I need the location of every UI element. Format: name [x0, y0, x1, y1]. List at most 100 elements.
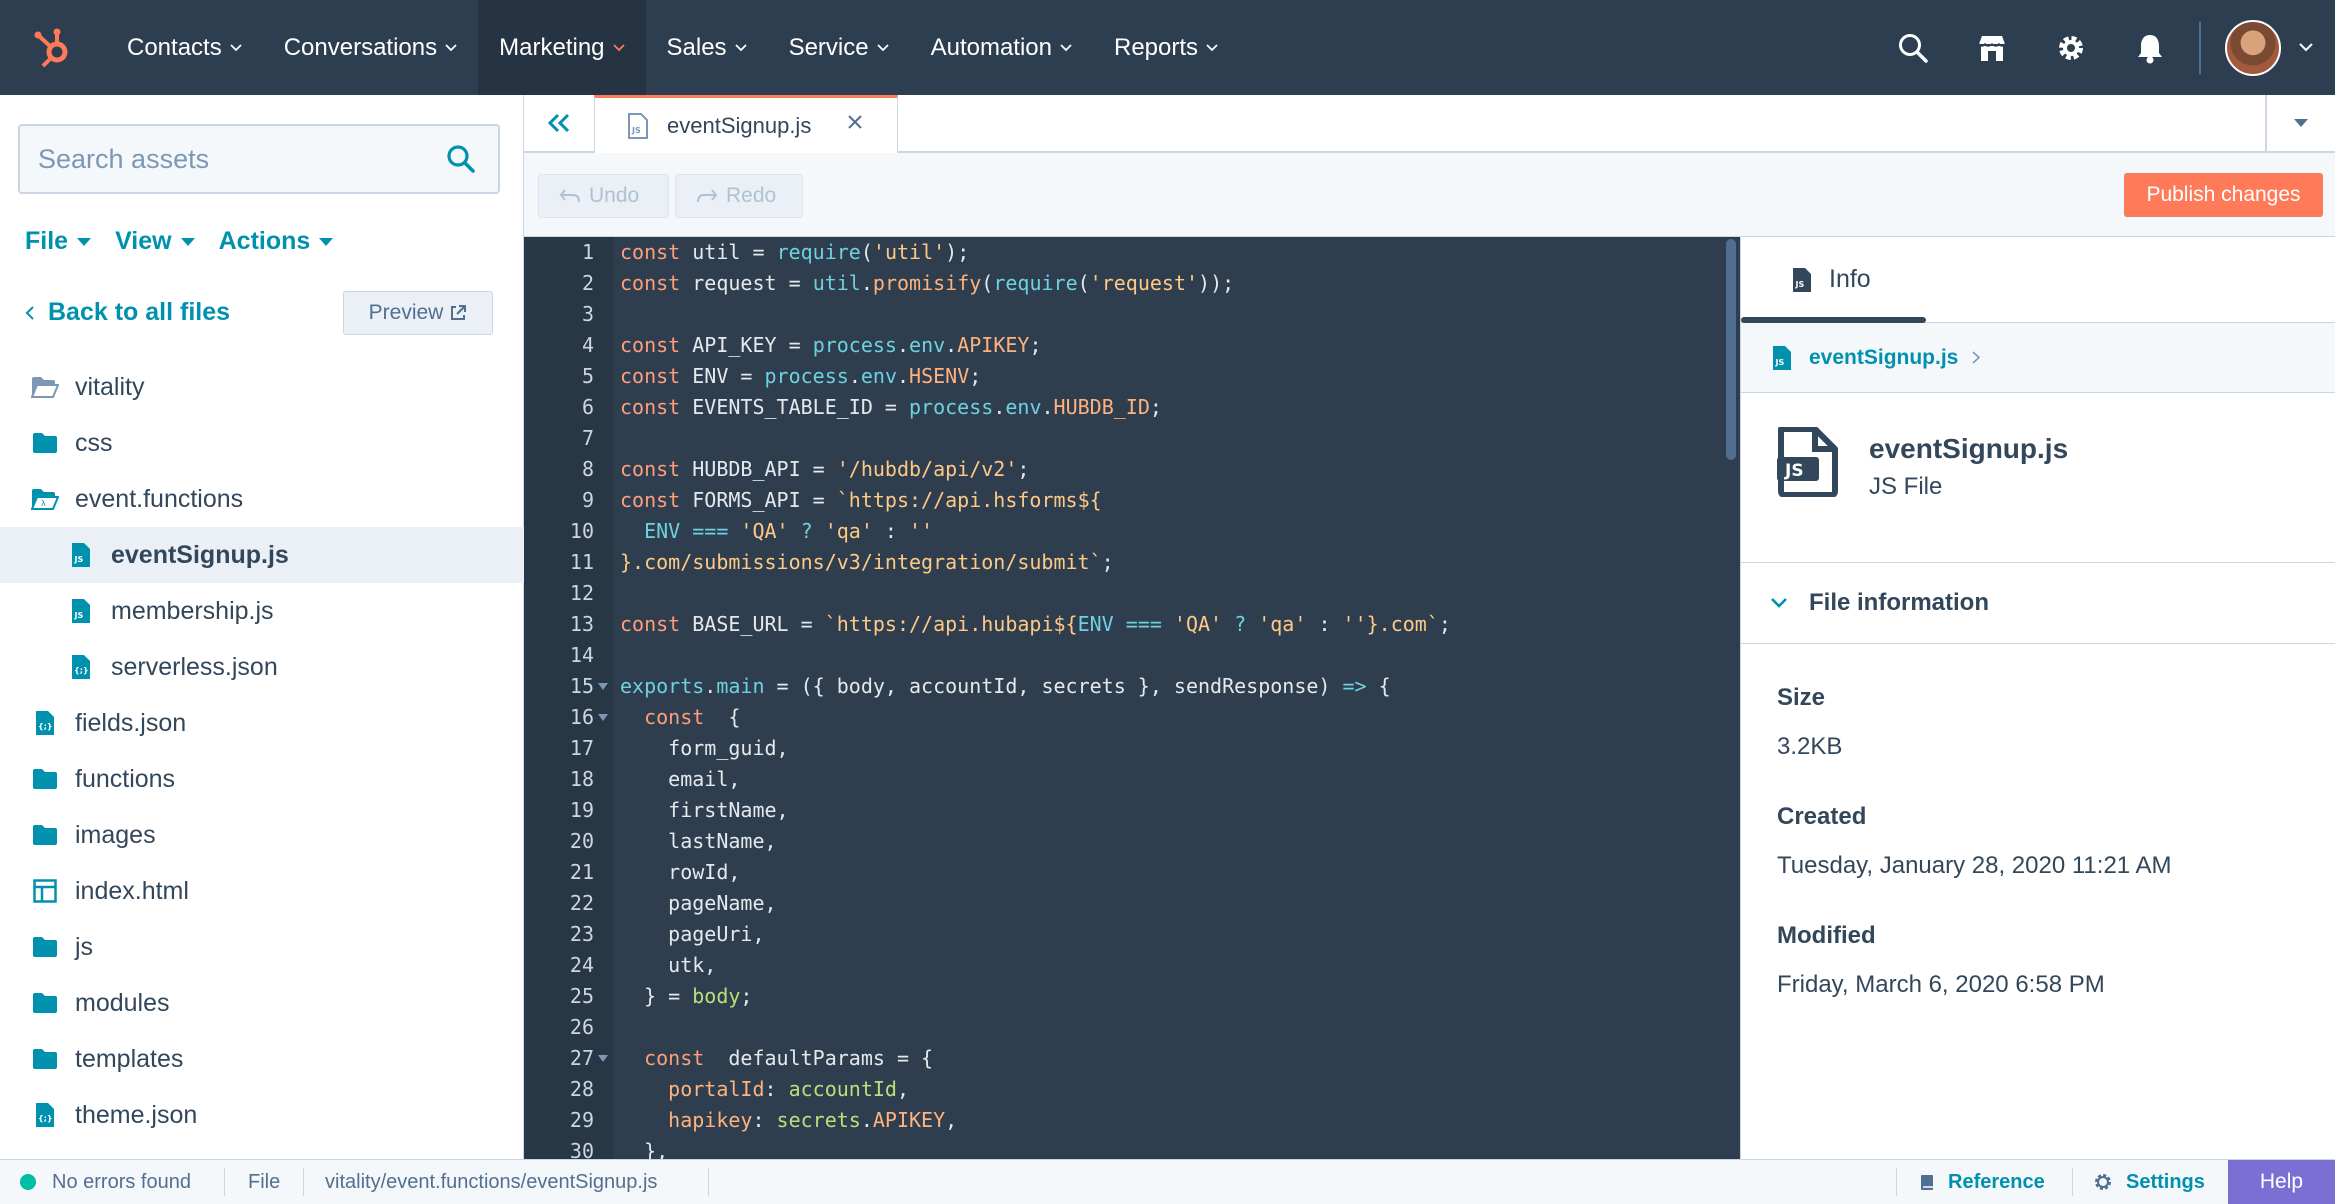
tree-item-index-html[interactable]: index.html: [0, 863, 524, 919]
top-navigation: Contacts Conversations Marketing Sales Servi…: [0, 0, 2335, 95]
tree-item-js[interactable]: js: [0, 919, 524, 975]
marketplace-icon[interactable]: [1952, 0, 2031, 95]
line-number: 28: [569, 1077, 594, 1101]
code-token: ?: [1234, 612, 1247, 636]
fold-caret-icon[interactable]: [598, 683, 608, 690]
code-text: email,: [620, 764, 740, 795]
code-token: :: [752, 1108, 777, 1132]
line-number: 17: [569, 736, 594, 760]
breadcrumb-file-link[interactable]: eventSignup.js: [1809, 346, 1958, 370]
tree-item-label: js: [75, 932, 94, 961]
fold-caret-icon[interactable]: [598, 1055, 608, 1062]
nav-item-service[interactable]: Service: [768, 0, 910, 95]
search-assets-input[interactable]: [20, 143, 420, 175]
editor-tabs-bar: JS eventSignup.js: [524, 95, 2335, 153]
code-token: {: [716, 705, 741, 729]
settings-gear-icon[interactable]: [2031, 0, 2110, 95]
tree-item-membership-js[interactable]: JS membership.js: [0, 583, 524, 639]
collapse-sidebar-icon[interactable]: [524, 95, 594, 151]
code-line: 20 lastName,: [524, 826, 1724, 857]
code-token: .: [860, 271, 873, 295]
chevron-down-icon[interactable]: [2299, 43, 2313, 52]
notifications-bell-icon[interactable]: [2110, 0, 2189, 95]
line-number: 18: [569, 767, 594, 791]
code-token: APIKEY: [872, 1108, 946, 1132]
nav-item-contacts[interactable]: Contacts: [106, 0, 263, 95]
code-token: const: [620, 488, 681, 512]
help-button[interactable]: Help: [2228, 1160, 2335, 1204]
undo-button[interactable]: Undo: [538, 174, 669, 218]
preview-button[interactable]: Preview: [343, 291, 493, 335]
back-to-all-files-link[interactable]: Back to all files: [25, 298, 230, 327]
code-token: ENV: [1077, 612, 1126, 636]
tabs-dropdown-icon[interactable]: [2265, 95, 2335, 151]
folder-icon: [31, 933, 59, 961]
tree-item-css[interactable]: css: [0, 415, 524, 471]
created-value: Tuesday, January 28, 2020 11:21 AM: [1777, 852, 2172, 879]
nav-item-label: Reports: [1114, 33, 1199, 61]
code-token: ;: [1149, 395, 1162, 419]
breadcrumb: JS eventSignup.js: [1741, 323, 2335, 393]
tab-info[interactable]: JS Info: [1741, 237, 2335, 323]
view-menu[interactable]: View: [115, 227, 195, 256]
tree-item-eventsignup-js[interactable]: JS eventSignup.js: [0, 527, 524, 583]
search-icon[interactable]: [446, 144, 476, 174]
code-token: ;: [740, 984, 753, 1008]
nav-item-reports[interactable]: Reports: [1093, 0, 1239, 95]
tree-item-modules[interactable]: modules: [0, 975, 524, 1031]
caret-down-icon: [180, 237, 195, 246]
tree-item-theme-json[interactable]: {;} theme.json: [0, 1087, 524, 1143]
nav-item-conversations[interactable]: Conversations: [263, 0, 478, 95]
tree-item-templates[interactable]: templates: [0, 1031, 524, 1087]
tree-item-vitality[interactable]: vitality: [0, 359, 524, 415]
code-token: pageName,: [620, 891, 777, 915]
file-menu[interactable]: File: [25, 227, 92, 256]
tab-eventsignup[interactable]: JS eventSignup.js: [594, 95, 898, 153]
nav-item-automation[interactable]: Automation: [910, 0, 1093, 95]
svg-text:JS: JS: [1784, 461, 1804, 481]
publish-changes-button[interactable]: Publish changes: [2124, 173, 2323, 217]
code-token: '': [909, 519, 934, 543]
editor-scrollbar[interactable]: [1726, 239, 1736, 460]
nav-item-label: Sales: [666, 33, 727, 61]
settings-link[interactable]: Settings: [2094, 1160, 2205, 1204]
code-line: 30 },: [524, 1136, 1724, 1159]
code-text: pageUri,: [620, 919, 764, 950]
file-information-section-toggle[interactable]: File information: [1741, 562, 2335, 644]
code-text: const defaultParams = {: [620, 1043, 933, 1074]
tree-item-event-functions[interactable]: λ event.functions: [0, 471, 524, 527]
code-token: ;: [969, 364, 982, 388]
search-icon[interactable]: [1873, 0, 1952, 95]
tree-item-functions[interactable]: functions: [0, 751, 524, 807]
chevron-right-icon: [1972, 351, 1981, 364]
fold-caret-icon[interactable]: [598, 714, 608, 721]
redo-button[interactable]: Redo: [675, 174, 803, 218]
tree-item-serverless-json[interactable]: {;} serverless.json: [0, 639, 524, 695]
hubspot-logo-icon[interactable]: [0, 0, 106, 95]
line-number: 1: [581, 240, 594, 264]
code-line: 25 } = body;: [524, 981, 1724, 1012]
help-label: Help: [2259, 1170, 2304, 1193]
reference-link[interactable]: Reference: [1920, 1160, 2045, 1204]
caret-down-icon: [319, 237, 334, 246]
code-token: const: [620, 364, 681, 388]
file-type-status: File: [248, 1170, 281, 1193]
code-line: 4 const API_KEY = process.env.APIKEY;: [524, 330, 1724, 361]
nav-item-sales[interactable]: Sales: [646, 0, 768, 95]
tree-item-fields-json[interactable]: {;} fields.json: [0, 695, 524, 751]
code-token: 'QA': [728, 519, 801, 543]
line-number: 11: [569, 550, 594, 574]
status-divider: [224, 1168, 225, 1196]
code-editor[interactable]: 1 const util = require('util'); 2 const req…: [524, 237, 1740, 1159]
svg-text:JS: JS: [74, 555, 84, 564]
settings-label: Settings: [2126, 1170, 2205, 1193]
code-token: ===: [1125, 612, 1162, 636]
close-icon[interactable]: [847, 114, 863, 130]
code-token: 'util': [872, 240, 946, 264]
actions-menu[interactable]: Actions: [219, 227, 334, 256]
line-number: 10: [569, 519, 594, 543]
tree-item-label: fields.json: [75, 708, 187, 737]
nav-item-marketing[interactable]: Marketing: [478, 0, 646, 95]
user-avatar[interactable]: [2225, 19, 2281, 76]
tree-item-images[interactable]: images: [0, 807, 524, 863]
